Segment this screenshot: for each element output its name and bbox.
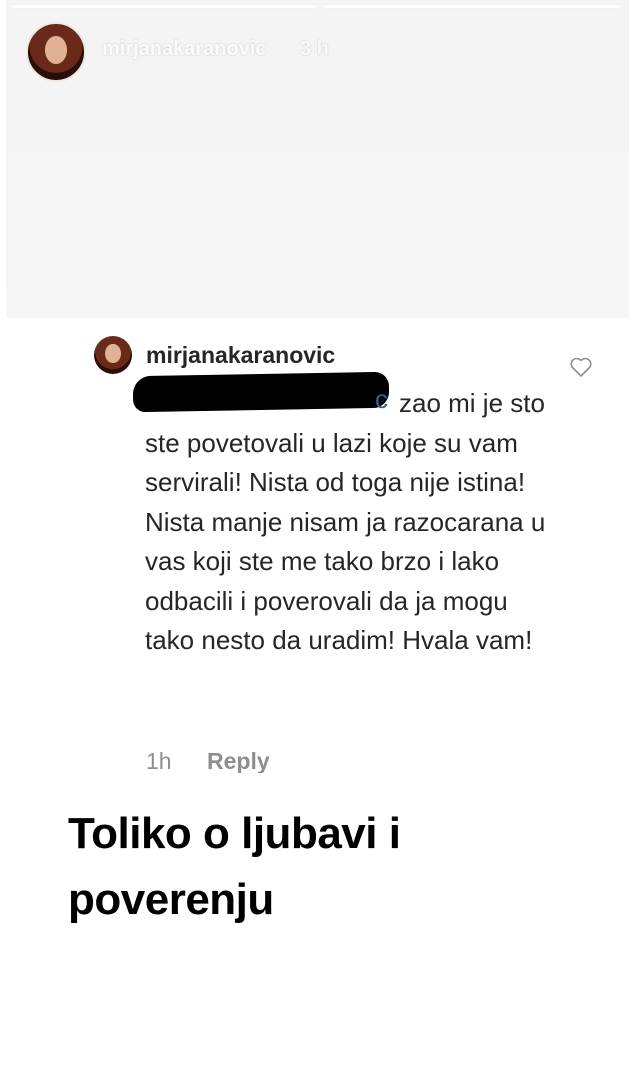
comment-card: mirjanakaranovic zao mi je sto ste povet…: [6, 318, 629, 775]
story-progress-bar-2: [324, 5, 620, 8]
comment-avatar[interactable]: [94, 336, 132, 374]
heart-icon[interactable]: [569, 356, 593, 378]
comment-username[interactable]: mirjanakaranovic: [146, 342, 335, 369]
avatar-face: [105, 344, 121, 364]
story-screen: mirjanakaranovic 3 h mirjanakaranovic za…: [6, 0, 629, 1066]
comment-time: 1h: [146, 748, 172, 774]
story-avatar[interactable]: [26, 22, 86, 82]
mention-link[interactable]: c: [375, 384, 388, 415]
story-timestamp: 3 h: [300, 38, 329, 60]
avatar-face: [44, 36, 68, 65]
story-caption: Toliko o ljubavi i poverenju: [68, 809, 401, 924]
story-username[interactable]: mirjanakaranovic: [102, 38, 267, 61]
story-progress-bar-1: [12, 5, 316, 8]
reply-button[interactable]: Reply: [207, 748, 270, 775]
comment-text: zao mi je sto ste povetovali u lazi koje…: [145, 388, 546, 655]
redaction-mark: [132, 371, 390, 413]
